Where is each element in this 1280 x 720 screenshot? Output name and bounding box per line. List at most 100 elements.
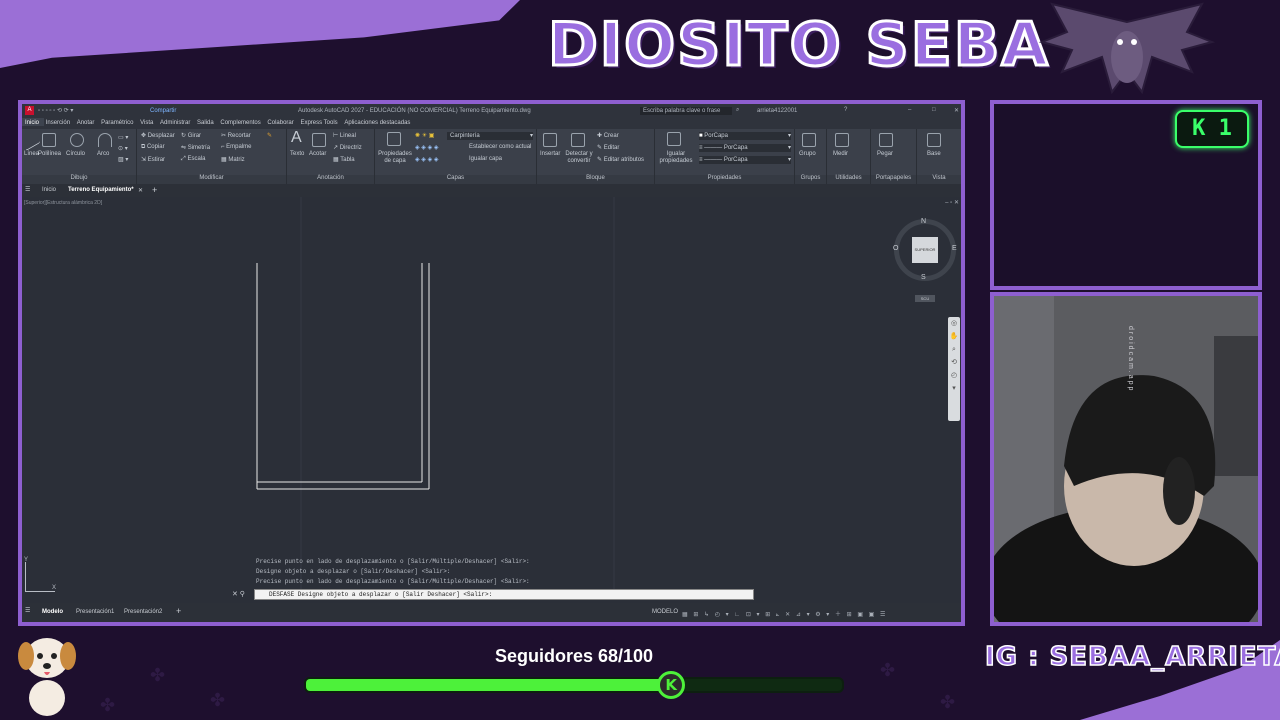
panel-title-anotacion[interactable]: Anotación (287, 175, 374, 184)
tab-anotar[interactable]: Anotar (77, 118, 100, 126)
lineweight-dropdown[interactable]: ≡ ——— PorCapa ▾ (699, 156, 791, 164)
match-layer-button[interactable]: Igualar capa (469, 156, 502, 162)
minimize-button[interactable]: – (908, 107, 911, 113)
measure-icon[interactable] (835, 133, 849, 147)
copy-button[interactable]: ⧉ Copiar (141, 144, 165, 151)
layout-menu-icon[interactable]: ☰ (25, 607, 30, 614)
viewcube-face[interactable]: SUPERIOR (912, 237, 938, 263)
tab-parametrico[interactable]: Paramétrico (101, 118, 138, 126)
tab-inicio[interactable]: Inicio (22, 118, 45, 126)
command-line-input[interactable]: DESFASE Designe objeto a desplazar o [Sa… (254, 589, 754, 600)
panel-title-grupos[interactable]: Grupos (795, 175, 826, 184)
line-button[interactable]: Línea (24, 151, 39, 157)
layer-state-icons[interactable]: ✺ ☀ ▣ (415, 132, 434, 139)
share-button[interactable]: Compartir (150, 108, 176, 114)
array-button[interactable]: ▦ Matriz (221, 156, 245, 163)
line-icon[interactable] (26, 128, 40, 152)
status-bar-toggles[interactable]: ▦ ⊞ ↳ ◴ ▾ ∟ ⊡ ▾ ⊞ ⟀ ✕ ⊿ ▾ ⚙ ▾ ＋ ⊞ ▣ ▣ ☰ (682, 609, 887, 619)
set-current-button[interactable]: Establecer como actual (469, 144, 531, 150)
layer-properties-icon[interactable] (387, 132, 401, 146)
layer-dropdown[interactable]: Carpintería ▾ (447, 132, 533, 140)
navigation-bar[interactable]: ◎ ✋ ⌕ ⟲ ◴ ▾ (948, 317, 960, 421)
layout-tab-modelo[interactable]: Modelo (42, 609, 63, 615)
viewcube-south[interactable]: S (921, 274, 926, 281)
polyline-icon[interactable] (42, 133, 56, 147)
move-button[interactable]: ✥ Desplazar (141, 132, 175, 139)
quick-access-toolbar[interactable]: ▫ ▫ ▫ ▫ ▫ ⟲ ⟳ ▾ (38, 107, 73, 114)
panel-title-dibujo[interactable]: Dibujo (22, 175, 136, 184)
tab-salida[interactable]: Salida (197, 118, 219, 126)
close-tab-icon[interactable]: ✕ (138, 187, 143, 194)
user-name[interactable]: arrieta4122001 (757, 108, 797, 114)
search-icon[interactable]: ⌕ (736, 107, 739, 114)
panel-title-propiedades[interactable]: Propiedades (655, 175, 794, 184)
layer-properties-button[interactable]: Propiedades de capa (377, 151, 413, 165)
base-icon[interactable] (927, 133, 941, 147)
panel-title-vista[interactable]: Vista (917, 175, 961, 184)
match-properties-icon[interactable] (667, 132, 681, 146)
search-input[interactable]: Escriba palabra clave o frase (640, 107, 732, 115)
wcs-menu[interactable]: SCU (915, 295, 935, 302)
circle-button[interactable]: Círculo (66, 151, 85, 157)
tab-express-tools[interactable]: Express Tools (300, 118, 342, 126)
color-dropdown[interactable]: ■ PorCapa ▾ (699, 132, 791, 140)
insert-button[interactable]: Insertar (540, 151, 560, 157)
tab-administrar[interactable]: Administrar (160, 118, 195, 126)
table-button[interactable]: ▦ Tabla (333, 156, 355, 163)
panel-title-capas[interactable]: Capas (375, 175, 536, 184)
base-button[interactable]: Base (927, 151, 941, 157)
dimension-button[interactable]: Acotar (309, 151, 326, 157)
text-button[interactable]: Texto (290, 151, 304, 157)
draw-tools-small[interactable]: ▭ ▾ ⊙ ▾ ▨ ▾ (118, 133, 128, 166)
circle-icon[interactable] (70, 133, 84, 147)
doc-tab-inicio[interactable]: Inicio (42, 187, 56, 193)
match-properties-button[interactable]: Igualar propiedades (657, 151, 695, 165)
layer-tools-icons-2[interactable]: ◈ ◈ ◈ ◈ (415, 156, 438, 163)
insert-icon[interactable] (543, 133, 557, 147)
rotate-button[interactable]: ↻ Girar (181, 132, 201, 139)
tab-complementos[interactable]: Complementos (220, 118, 265, 126)
viewcube[interactable]: N S E O SUPERIOR (893, 218, 957, 281)
viewcube-west[interactable]: O (893, 245, 898, 252)
tab-insercion[interactable]: Inserción (46, 118, 75, 126)
help-icon[interactable]: ? (844, 107, 847, 113)
detect-convert-icon[interactable] (571, 133, 585, 147)
tab-colaborar[interactable]: Colaborar (267, 118, 298, 126)
new-layout-icon[interactable]: + (176, 606, 181, 616)
fillet-button[interactable]: ⌐ Empalme (221, 144, 252, 150)
panel-title-modificar[interactable]: Modificar (137, 175, 286, 184)
viewcube-east[interactable]: E (952, 245, 957, 252)
create-block-button[interactable]: ✚ Crear (597, 132, 619, 139)
stretch-button[interactable]: ⇲ Estirar (141, 156, 165, 163)
maximize-button[interactable]: □ (932, 107, 936, 113)
linetype-dropdown[interactable]: ≡ ——— PorCapa ▾ (699, 144, 791, 152)
layout-tab-presentacion2[interactable]: Presentación2 (124, 609, 162, 615)
edit-block-button[interactable]: ✎ Editar (597, 144, 619, 151)
new-tab-icon[interactable]: + (152, 185, 157, 195)
tab-aplicaciones-destacadas[interactable]: Aplicaciones destacadas (344, 118, 415, 126)
scale-button[interactable]: ⤢ Escala (181, 156, 205, 163)
tab-vista[interactable]: Vista (140, 118, 158, 126)
layout-tab-presentacion1[interactable]: Presentación1 (76, 609, 114, 615)
layer-tools-icons[interactable]: ◈ ◈ ◈ ◈ (415, 144, 438, 151)
paste-button[interactable]: Pegar (877, 151, 893, 157)
paste-icon[interactable] (879, 133, 893, 147)
leader-button[interactable]: ↗ Directriz (333, 144, 362, 151)
panel-title-bloque[interactable]: Bloque (537, 175, 654, 184)
app-menu-icon[interactable]: ☰ (25, 186, 30, 193)
drawing-geometry[interactable] (22, 197, 961, 597)
group-icon[interactable] (802, 133, 816, 147)
command-close-icon[interactable]: ✕ ⚲ (232, 590, 245, 598)
panel-title-portapapeles[interactable]: Portapapeles (871, 175, 916, 184)
drawing-viewport[interactable]: [Superior][Estructura alámbrica 2D] – ▫ … (22, 197, 961, 597)
dimension-icon[interactable] (312, 133, 326, 147)
doc-tab-terreno[interactable]: Terreno Equipamiento* (68, 187, 134, 193)
linear-button[interactable]: ⊢ Lineal (333, 132, 356, 139)
erase-icon[interactable]: ✎ (267, 132, 272, 139)
arc-icon[interactable] (98, 133, 112, 147)
model-space-toggle[interactable]: MODELO (652, 609, 678, 615)
panel-title-utilidades[interactable]: Utilidades (827, 175, 870, 184)
mirror-button[interactable]: ⇋ Simetría (181, 144, 210, 151)
viewcube-north[interactable]: N (921, 218, 926, 225)
measure-button[interactable]: Medir (833, 151, 848, 157)
